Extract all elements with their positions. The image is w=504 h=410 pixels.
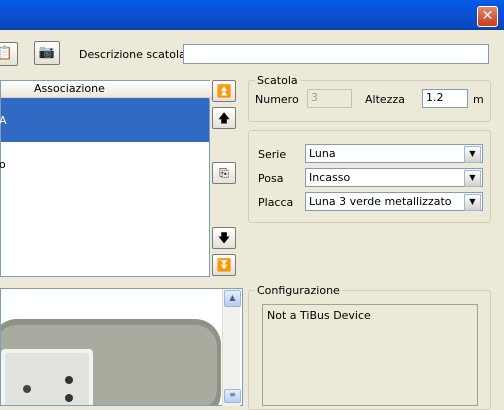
chevron-down-icon[interactable]: ▼ — [464, 170, 481, 187]
numero-label: Numero — [255, 93, 299, 106]
posa-label: Posa — [258, 172, 284, 185]
swap-icon: ⎘ — [219, 166, 229, 180]
list-row-text: A — [0, 114, 7, 127]
configurazione-text: Not a TiBus Device — [267, 309, 371, 322]
serie-select[interactable]: Luna ▼ — [305, 144, 483, 163]
altezza-unit: m — [473, 93, 484, 106]
numero-input: 3 — [307, 89, 352, 108]
configurazione-textbox[interactable]: Not a TiBus Device — [262, 304, 478, 406]
posa-select[interactable]: Incasso ▼ — [305, 168, 483, 187]
preview-scrollbar[interactable]: ▲ ≡ — [222, 289, 241, 406]
move-top-button[interactable]: ⏫ — [212, 80, 236, 102]
chevron-down-icon[interactable]: ▼ — [464, 194, 481, 211]
scroll-up-icon[interactable]: ▲ — [224, 290, 241, 307]
scroll-thumb[interactable]: ≡ — [224, 389, 241, 403]
placca-value: Luna 3 verde metallizzato — [309, 195, 452, 208]
descrizione-input[interactable] — [183, 44, 489, 64]
posa-value: Incasso — [309, 171, 351, 184]
list-row[interactable]: o — [0, 142, 209, 186]
serie-label: Serie — [258, 148, 287, 161]
descrizione-label: Descrizione scatola — [79, 48, 186, 61]
camera-button[interactable]: 📷 — [34, 41, 60, 65]
configurazione-title: Configurazione — [255, 284, 342, 297]
wall-plate-image — [1, 319, 221, 405]
list-row-text: o — [0, 158, 6, 171]
placca-select[interactable]: Luna 3 verde metallizzato ▼ — [305, 192, 483, 211]
title-bar — [0, 0, 504, 30]
paste-button[interactable]: 📋 — [0, 42, 18, 66]
list-row-selected[interactable]: A — [0, 98, 209, 142]
move-up-button[interactable]: 🡅 — [212, 107, 236, 129]
camera-icon: 📷 — [38, 45, 56, 60]
placca-label: Placca — [258, 196, 294, 209]
altezza-label: Altezza — [365, 93, 405, 106]
serie-value: Luna — [309, 147, 336, 160]
association-list[interactable]: Associazione A o — [0, 80, 215, 277]
move-down-button[interactable]: 🡇 — [212, 227, 236, 249]
altezza-input[interactable]: 1.2 — [422, 89, 468, 108]
scatola-title: Scatola — [255, 74, 300, 87]
double-up-arrow-icon: ⏫ — [216, 84, 232, 98]
preview-image — [0, 288, 243, 406]
down-arrow-icon: 🡇 — [217, 231, 231, 245]
column-header-associazione[interactable]: Associazione — [29, 81, 215, 99]
up-arrow-icon: 🡅 — [217, 111, 231, 125]
close-button[interactable]: ✕ — [477, 6, 498, 27]
double-down-arrow-icon: ⏬ — [216, 258, 232, 272]
move-bottom-button[interactable]: ⏬ — [212, 254, 236, 276]
chevron-down-icon[interactable]: ▼ — [464, 146, 481, 163]
paste-icon: 📋 — [0, 46, 14, 61]
swap-button[interactable]: ⎘ — [212, 162, 236, 184]
